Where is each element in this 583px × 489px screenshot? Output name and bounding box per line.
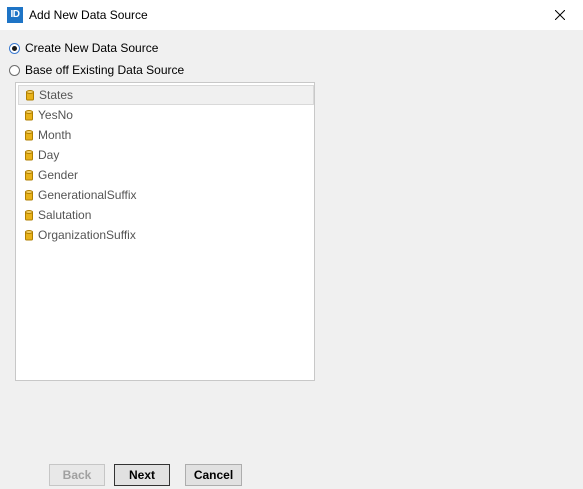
list-item[interactable]: YesNo [18, 105, 314, 125]
create-new-option[interactable]: Create New Data Source [9, 40, 158, 56]
create-new-radio[interactable] [9, 42, 20, 54]
database-icon [25, 109, 33, 121]
list-item[interactable]: Salutation [18, 205, 314, 225]
list-item[interactable]: Gender [18, 165, 314, 185]
list-item-label: Salutation [38, 208, 92, 222]
window-title: Add New Data Source [29, 8, 148, 22]
list-item-label: Gender [38, 168, 79, 182]
cancel-button[interactable]: Cancel [185, 464, 242, 486]
database-icon [26, 89, 34, 101]
title-bar[interactable]: ID Add New Data Source [0, 0, 583, 30]
create-new-label: Create New Data Source [25, 41, 159, 55]
list-item[interactable]: OrganizationSuffix [18, 225, 314, 245]
list-item-label: Month [38, 128, 72, 142]
database-icon [25, 129, 33, 141]
close-icon [555, 10, 565, 20]
next-button[interactable]: Next [114, 464, 170, 486]
list-item-label: GenerationalSuffix [38, 188, 137, 202]
list-item-label: YesNo [38, 108, 73, 122]
list-item[interactable]: GenerationalSuffix [18, 185, 314, 205]
add-data-source-dialog: ID Add New Data Source Create New Data S… [0, 0, 583, 489]
list-item[interactable]: Month [18, 125, 314, 145]
list-item[interactable]: Day [18, 145, 314, 165]
base-existing-label: Base off Existing Data Source [25, 63, 185, 77]
list-item-label: OrganizationSuffix [38, 228, 136, 242]
database-icon [25, 209, 33, 221]
close-button[interactable] [537, 0, 583, 30]
app-icon: ID [7, 7, 23, 23]
base-existing-radio[interactable] [9, 64, 20, 76]
list-item-label: States [39, 88, 74, 102]
list-item[interactable]: States [18, 85, 314, 105]
database-icon [25, 189, 33, 201]
data-source-list[interactable]: States YesNo Month Day Gender GenerationalSuf… [15, 82, 315, 381]
base-existing-option[interactable]: Base off Existing Data Source [9, 62, 184, 78]
database-icon [25, 149, 33, 161]
database-icon [25, 169, 33, 181]
back-button[interactable]: Back [49, 464, 105, 486]
list-item-label: Day [38, 148, 60, 162]
database-icon [25, 229, 33, 241]
